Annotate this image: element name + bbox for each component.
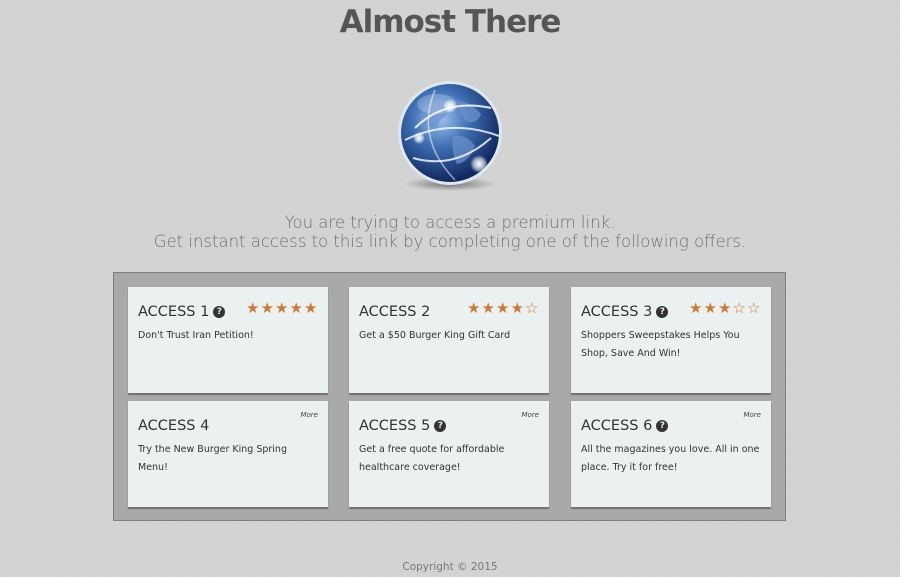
offers-panel: ACCESS 1? ★★★★★ Don't Trust Iran Petitio…	[113, 272, 786, 521]
subtitle-line-1: You are trying to access a premium link.	[284, 213, 616, 232]
offer-card-3[interactable]: ACCESS 3? ★★★☆☆ Shoppers Sweepstakes Hel…	[571, 287, 771, 393]
star-filled-icon: ★	[246, 299, 260, 317]
copyright-text: Copyright © 2015	[402, 561, 498, 573]
offer-title: ACCESS 2	[359, 304, 431, 320]
offer-card-2[interactable]: ACCESS 2 ★★★★☆ Get a $50 Burger King Gif…	[349, 287, 549, 393]
star-empty-icon: ☆	[747, 299, 761, 317]
offer-card-1[interactable]: ACCESS 1? ★★★★★ Don't Trust Iran Petitio…	[128, 287, 328, 393]
help-icon[interactable]: ?	[213, 306, 226, 318]
more-link[interactable]: More	[300, 411, 318, 419]
page-title: Almost There	[339, 4, 562, 40]
offer-description: Shoppers Sweepstakes Helps You Shop, Sav…	[581, 330, 740, 359]
offer-title: ACCESS 6?	[581, 418, 669, 434]
intro-text: You are trying to access a premium link.…	[0, 213, 900, 251]
star-filled-icon: ★	[718, 299, 732, 317]
offer-title: ACCESS 5?	[359, 418, 447, 434]
offer-card-5[interactable]: ACCESS 5? More Get a free quote for affo…	[349, 401, 549, 507]
star-filled-icon: ★	[703, 299, 717, 317]
help-icon[interactable]: ?	[656, 306, 669, 318]
star-empty-icon: ☆	[525, 299, 539, 317]
star-filled-icon: ★	[496, 299, 510, 317]
star-filled-icon: ★	[467, 299, 481, 317]
more-link[interactable]: More	[743, 411, 761, 419]
star-filled-icon: ★	[289, 299, 303, 317]
offer-title: ACCESS 3?	[581, 304, 669, 320]
star-filled-icon: ★	[304, 299, 318, 317]
more-link[interactable]: More	[521, 411, 539, 419]
offer-description: Try the New Burger King Spring Menu!	[138, 444, 287, 473]
offer-description: Don't Trust Iran Petition!	[138, 330, 254, 341]
star-filled-icon: ★	[510, 299, 524, 317]
globe-icon	[395, 78, 505, 193]
star-filled-icon: ★	[481, 299, 495, 317]
rating-stars: ★★★★★	[246, 299, 319, 317]
offer-title: ACCESS 1?	[138, 304, 226, 320]
help-icon[interactable]: ?	[434, 420, 447, 432]
offer-card-6[interactable]: ACCESS 6? More All the magazines you lov…	[571, 401, 771, 507]
star-filled-icon: ★	[275, 299, 289, 317]
subtitle-line-2: Get instant access to this link by compl…	[153, 232, 747, 251]
rating-stars: ★★★☆☆	[689, 299, 762, 317]
star-filled-icon: ★	[689, 299, 703, 317]
offer-description: Get a free quote for affordable healthca…	[359, 444, 505, 473]
help-icon[interactable]: ?	[656, 420, 669, 432]
offer-description: Get a $50 Burger King Gift Card	[359, 330, 511, 341]
offer-card-4[interactable]: ACCESS 4 More Try the New Burger King Sp…	[128, 401, 328, 507]
offer-title: ACCESS 4	[138, 418, 210, 434]
rating-stars: ★★★★☆	[467, 299, 540, 317]
star-filled-icon: ★	[260, 299, 274, 317]
star-empty-icon: ☆	[732, 299, 746, 317]
offer-description: All the magazines you love. All in one p…	[581, 444, 760, 473]
